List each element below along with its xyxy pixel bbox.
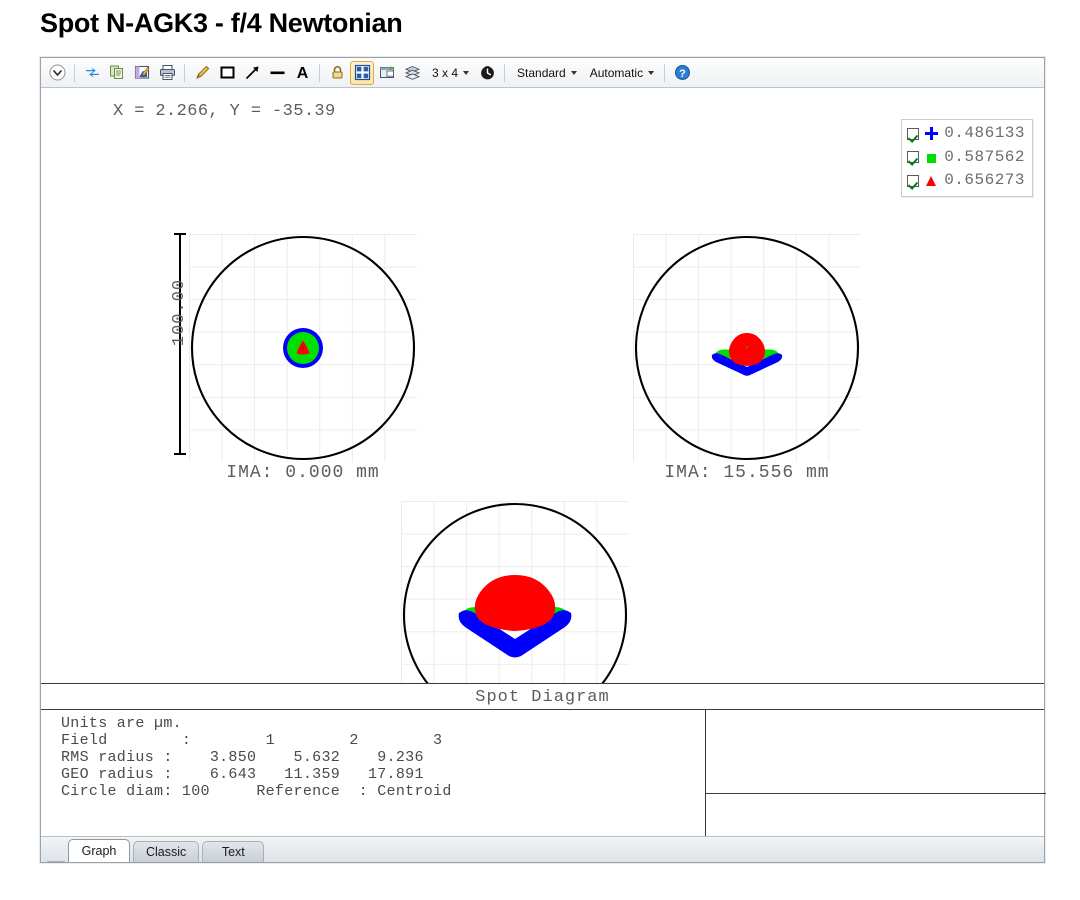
- square-symbol-icon: [925, 151, 938, 164]
- spot-red: [729, 333, 765, 366]
- list-item[interactable]: 0.587562: [907, 147, 1025, 169]
- clock-icon[interactable]: [475, 61, 499, 85]
- tab-text[interactable]: Text: [202, 841, 264, 862]
- lock-icon[interactable]: [325, 61, 349, 85]
- arrow-icon[interactable]: [240, 61, 264, 85]
- wavelength-legend: 0.486133 0.587562 0.656273: [901, 119, 1033, 197]
- footer-horizontal-divider: [705, 793, 1046, 794]
- legend-wavelength: 0.587562: [944, 147, 1025, 169]
- toolbar: A: [41, 58, 1044, 88]
- tab-classic[interactable]: Classic: [133, 841, 199, 862]
- footer-body: Units are µm. Field : 1 2 3 RMS radius :…: [41, 710, 1044, 836]
- layers-icon[interactable]: [400, 61, 424, 85]
- spot-plot-field-1: [189, 234, 417, 462]
- list-item[interactable]: 0.656273: [907, 170, 1025, 192]
- spot-statistics-table: Units are µm. Field : 1 2 3 RMS radius :…: [61, 716, 452, 801]
- save-image-icon[interactable]: [130, 61, 154, 85]
- legend-wavelength: 0.486133: [944, 123, 1025, 145]
- window-icon[interactable]: [375, 61, 399, 85]
- scale-bar-cap-top: [174, 233, 186, 235]
- footer-vertical-divider: [705, 710, 706, 836]
- legend-checkbox[interactable]: [907, 128, 919, 140]
- svg-text:A: A: [296, 65, 308, 81]
- help-icon[interactable]: ?: [670, 61, 694, 85]
- legend-wavelength: 0.656273: [944, 170, 1025, 192]
- chevron-down-icon: [571, 71, 577, 75]
- toolbar-separator-5: [664, 64, 665, 82]
- spot-red: [475, 575, 556, 631]
- grid-size-label: 3 x 4: [432, 66, 458, 80]
- chevron-down-icon: [463, 71, 469, 75]
- toolbar-separator-3: [319, 64, 320, 82]
- triangle-symbol-icon: [925, 174, 938, 187]
- spot-panel-field-2: [633, 234, 861, 462]
- color-mode-dropdown[interactable]: Automatic: [583, 63, 659, 83]
- legend-checkbox[interactable]: [907, 151, 919, 163]
- list-item[interactable]: 0.486133: [907, 123, 1025, 145]
- spot-panel-field-1: [189, 234, 417, 462]
- copy-icon[interactable]: [105, 61, 129, 85]
- toolbar-separator-1: [74, 64, 75, 82]
- line-icon[interactable]: [265, 61, 289, 85]
- render-style-dropdown[interactable]: Standard: [510, 63, 582, 83]
- rectangle-icon[interactable]: [215, 61, 239, 85]
- toolbar-separator-4: [504, 64, 505, 82]
- grid-layout-icon[interactable]: [350, 61, 374, 85]
- toolbar-separator-2: [184, 64, 185, 82]
- spot-plot-field-2: [633, 234, 861, 462]
- legend-checkbox[interactable]: [907, 175, 919, 187]
- cursor-coordinate-readout: X = 2.266, Y = -35.39: [113, 102, 336, 121]
- scale-bar-label: 100.00: [170, 279, 189, 346]
- ima-label-field-2: IMA: 15.556 mm: [633, 463, 861, 483]
- svg-text:?: ?: [679, 68, 686, 80]
- footer-title-row: Spot Diagram: [41, 684, 1044, 710]
- spot-centroid: [746, 346, 748, 348]
- tab-graph[interactable]: Graph: [68, 839, 130, 862]
- menu-chevron-icon[interactable]: [45, 61, 69, 85]
- footer-title: Spot Diagram: [41, 688, 1044, 707]
- chevron-down-icon: [648, 71, 654, 75]
- spot-diagram-window: A: [40, 57, 1045, 863]
- refresh-icon[interactable]: [80, 61, 104, 85]
- print-icon[interactable]: [155, 61, 179, 85]
- plus-symbol-icon: [925, 127, 938, 140]
- spot-centroid: [302, 347, 304, 349]
- color-mode-label: Automatic: [590, 66, 643, 80]
- page-title: Spot N-AGK3 - f/4 Newtonian: [40, 8, 402, 39]
- footer-panel: Spot Diagram Units are µm. Field : 1 2 3…: [41, 683, 1044, 836]
- scale-bar-cap-bottom: [174, 453, 186, 455]
- pencil-icon[interactable]: [190, 61, 214, 85]
- grid-size-dropdown[interactable]: 3 x 4: [425, 63, 474, 83]
- text-annotation-icon[interactable]: A: [290, 61, 314, 85]
- ima-label-field-1: IMA: 0.000 mm: [189, 463, 417, 483]
- render-style-label: Standard: [517, 66, 566, 80]
- tab-leader: [47, 841, 65, 862]
- tab-strip: Graph Classic Text: [41, 836, 1044, 862]
